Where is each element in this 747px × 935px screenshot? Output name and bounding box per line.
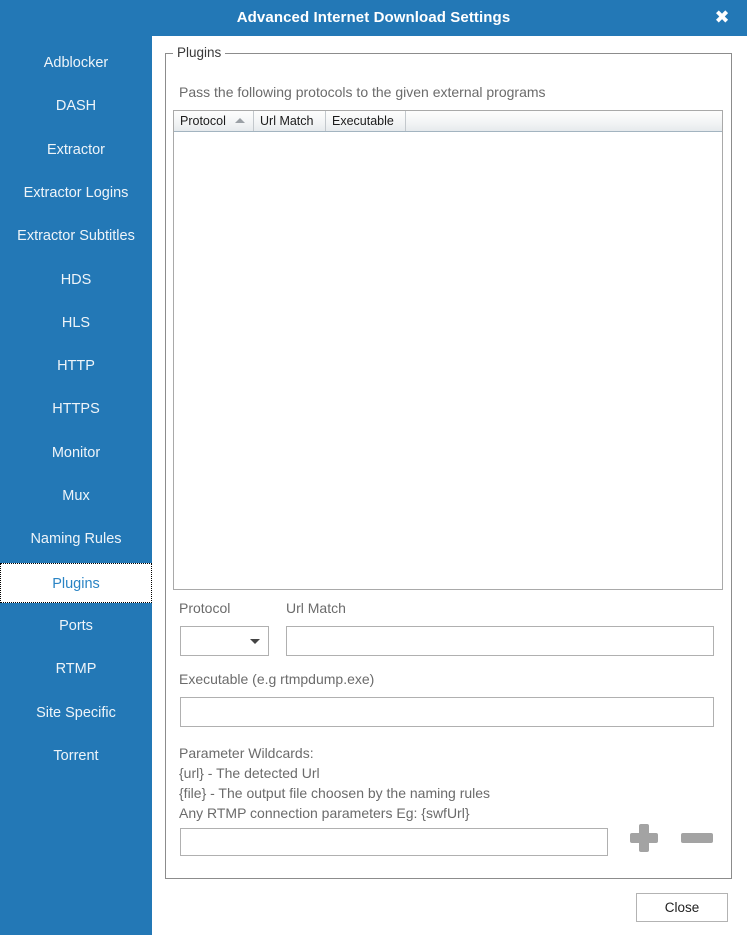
sidebar-item-label: Ports: [59, 618, 93, 634]
minus-icon[interactable]: [681, 833, 713, 843]
sidebar-item-label: Extractor Subtitles: [17, 228, 135, 244]
executable-label: Executable (e.g rtmpdump.exe): [179, 671, 375, 687]
sidebar-item-label: HDS: [60, 272, 92, 288]
sidebar-item-label: HTTP: [57, 358, 95, 374]
parameter-wildcards-help: Parameter Wildcards: {url} - The detecte…: [179, 743, 490, 823]
sidebar-item-mux[interactable]: Mux: [0, 476, 152, 516]
title-bar: Advanced Internet Download Settings ✖: [0, 0, 747, 36]
plugins-description: Pass the following protocols to the give…: [179, 84, 546, 100]
sidebar-item-label: Extractor Logins: [23, 185, 129, 201]
protocol-label: Protocol: [179, 600, 231, 616]
column-header-protocol-label: Protocol: [180, 114, 226, 128]
sidebar-item-label: HLS: [61, 315, 91, 331]
sidebar-item-hls[interactable]: HLS: [0, 303, 152, 343]
wildcards-line-4: Any RTMP connection parameters Eg: {swfU…: [179, 805, 470, 821]
sidebar-item-extractor[interactable]: Extractor: [0, 130, 152, 170]
table-header-row: Protocol Url Match Executable: [174, 111, 722, 132]
sidebar-item-rtmp[interactable]: RTMP: [0, 649, 152, 689]
sidebar-item-label: Plugins: [52, 576, 100, 592]
url-match-input[interactable]: [286, 626, 714, 656]
column-header-executable[interactable]: Executable: [326, 111, 406, 131]
column-header-executable-label: Executable: [332, 114, 394, 128]
sidebar-item-site-specific[interactable]: Site Specific: [0, 693, 152, 733]
parameters-input[interactable]: [180, 828, 608, 856]
table-body[interactable]: [174, 132, 722, 588]
sidebar-item-label: Naming Rules: [30, 531, 122, 547]
sidebar-item-label: Torrent: [53, 748, 99, 764]
sidebar-item-hds[interactable]: HDS: [0, 260, 152, 300]
sidebar-item-label: RTMP: [55, 661, 97, 677]
wildcards-line-2: {url} - The detected Url: [179, 765, 320, 781]
sidebar-item-monitor[interactable]: Monitor: [0, 433, 152, 473]
sidebar-item-naming-rules[interactable]: Naming Rules: [0, 519, 152, 559]
close-button[interactable]: Close: [636, 893, 728, 922]
plus-icon[interactable]: [628, 822, 660, 854]
sidebar-item-label: Site Specific: [36, 705, 116, 721]
column-header-protocol[interactable]: Protocol: [174, 111, 254, 131]
column-header-filler: [406, 111, 722, 131]
wildcards-line-3: {file} - The output file choosen by the …: [179, 785, 491, 801]
page-title: Advanced Internet Download Settings: [236, 9, 511, 26]
chevron-down-icon: [250, 639, 260, 644]
column-header-url-match-label: Url Match: [260, 114, 314, 128]
close-x-icon[interactable]: ✖: [707, 3, 737, 33]
plugins-table[interactable]: Protocol Url Match Executable: [173, 110, 723, 590]
sidebar-item-ports[interactable]: Ports: [0, 606, 152, 646]
sidebar-item-extractor-subtitles[interactable]: Extractor Subtitles: [0, 216, 152, 256]
sidebar-item-dash[interactable]: DASH: [0, 86, 152, 126]
column-header-url-match[interactable]: Url Match: [254, 111, 326, 131]
sidebar-item-torrent[interactable]: Torrent: [0, 736, 152, 776]
sidebar-item-extractor-logins[interactable]: Extractor Logins: [0, 173, 152, 213]
executable-input[interactable]: [180, 697, 714, 727]
sidebar-item-plugins[interactable]: Plugins: [0, 563, 152, 603]
sidebar-item-label: Extractor: [46, 142, 105, 158]
sidebar-item-label: HTTPS: [52, 401, 100, 417]
sidebar-item-http[interactable]: HTTP: [0, 346, 152, 386]
sidebar-item-label: Adblocker: [43, 55, 109, 71]
sidebar-item-https[interactable]: HTTPS: [0, 389, 152, 429]
plugins-groupbox-label: Plugins: [173, 45, 226, 60]
settings-dialog: Advanced Internet Download Settings ✖ Ad…: [0, 0, 747, 935]
sidebar-item-label: Monitor: [51, 445, 101, 461]
protocol-select[interactable]: [180, 626, 269, 656]
wildcards-line-1: Parameter Wildcards:: [179, 745, 314, 761]
url-match-label: Url Match: [286, 600, 346, 616]
sidebar-item-label: DASH: [55, 98, 97, 114]
sidebar-item-label: Mux: [62, 488, 90, 504]
sidebar: Adblocker DASH Extractor Extractor Logins Ex…: [0, 36, 152, 935]
sidebar-item-adblocker[interactable]: Adblocker: [0, 43, 152, 83]
sort-ascending-icon: [235, 118, 245, 123]
